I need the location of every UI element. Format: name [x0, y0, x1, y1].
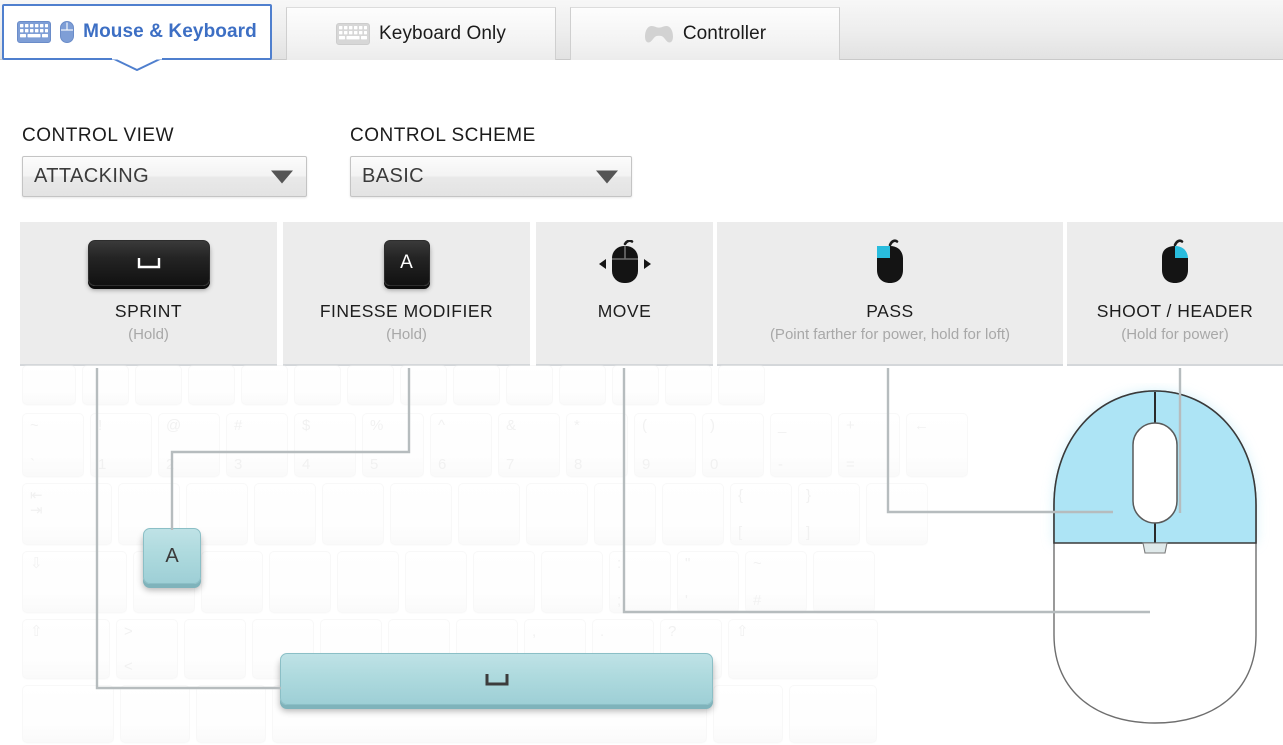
mouse-icon — [60, 21, 75, 43]
control-scheme-label: CONTROL SCHEME — [350, 125, 536, 146]
keyboard-icon — [336, 23, 370, 45]
action-subtitle: (Point farther for power, hold for loft) — [769, 326, 1011, 343]
chevron-down-icon — [596, 170, 618, 183]
spacebar-glyph-icon — [485, 673, 508, 685]
action-card-shoot-header[interactable]: SHOOT / HEADER (Hold for power) — [1067, 222, 1283, 366]
action-title: SHOOT / HEADER — [1096, 301, 1254, 321]
action-title: PASS — [866, 301, 914, 321]
keyboard-icon — [17, 21, 52, 43]
action-title: SPRINT — [114, 301, 183, 321]
control-settings-screen: Mouse & Keyboard Keyboard Only Controlle… — [0, 0, 1283, 745]
highlighted-key-spacebar[interactable] — [280, 653, 713, 705]
control-scheme-dropdown[interactable]: BASIC — [350, 156, 632, 197]
control-scheme-group: CONTROL SCHEME BASIC — [350, 125, 632, 197]
tab-label: Controller — [682, 23, 767, 44]
action-title: FINESSE MODIFIER — [319, 301, 494, 321]
keycap-space-icon — [87, 232, 210, 294]
tab-label: Mouse & Keyboard — [83, 21, 257, 42]
mouse-left-click-icon — [873, 232, 907, 294]
keycap-letter: A — [400, 252, 413, 273]
tab-controller[interactable]: Controller — [570, 7, 840, 60]
action-card-row: SPRINT (Hold) A FINESSE MODIFIER (Hold) — [0, 222, 1283, 368]
action-card-move[interactable]: MOVE — [536, 222, 713, 366]
mouse-move-icon — [594, 232, 656, 294]
action-subtitle: (Hold) — [386, 326, 427, 343]
action-subtitle: (Hold) — [128, 326, 169, 343]
highlighted-key-a[interactable]: A — [143, 528, 201, 584]
mouse-illustration — [1040, 383, 1270, 733]
hardware-illustration: ~ ` ! 1 @2 #3 $4 % 5 ^ 6 & 7 * 8 (9 ) 0 _ - + = ←… — [0, 365, 1283, 745]
active-tab-notch-icon — [4, 57, 270, 71]
chevron-down-icon — [271, 170, 293, 183]
action-card-sprint[interactable]: SPRINT (Hold) — [20, 222, 277, 366]
tab-label: Keyboard Only — [379, 23, 506, 44]
action-card-finesse-modifier[interactable]: A FINESSE MODIFIER (Hold) — [283, 222, 530, 366]
action-title: MOVE — [597, 301, 652, 321]
tab-bar: Mouse & Keyboard Keyboard Only Controlle… — [0, 0, 1283, 71]
control-scheme-value: BASIC — [362, 165, 425, 187]
highlighted-key-label: A — [165, 544, 179, 567]
tab-mouse-and-keyboard[interactable]: Mouse & Keyboard — [2, 4, 272, 71]
gamepad-icon — [644, 23, 674, 45]
control-view-group: CONTROL VIEW ATTACKING — [22, 125, 307, 197]
control-view-label: CONTROL VIEW — [22, 125, 175, 146]
control-view-value: ATTACKING — [34, 165, 150, 187]
control-view-dropdown[interactable]: ATTACKING — [22, 156, 307, 197]
mouse-right-click-icon — [1158, 232, 1192, 294]
tab-keyboard-only[interactable]: Keyboard Only — [286, 7, 556, 60]
action-card-pass[interactable]: PASS (Point farther for power, hold for … — [717, 222, 1063, 366]
keycap-a-icon: A — [383, 232, 430, 294]
action-subtitle: (Hold for power) — [1121, 326, 1229, 343]
